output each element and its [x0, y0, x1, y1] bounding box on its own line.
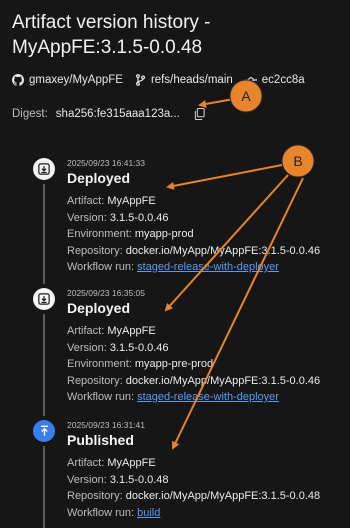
event-title: Deployed: [67, 300, 131, 316]
timeline-line: [43, 178, 45, 528]
repository-value: docker.io/MyApp/MyAppFE:3.1.5-0.0.46: [125, 244, 321, 257]
ref-name: refs/heads/main: [150, 74, 233, 86]
entry-details: Artifact: MyAppFE Version: 3.1.5-0.0.48 …: [67, 455, 320, 521]
callout-a-arrow: [198, 98, 235, 108]
workflow-run-label: Workflow run:: [67, 506, 135, 519]
environment-value: myapp-prod: [134, 228, 194, 240]
deploy-node: [33, 288, 55, 310]
digest-label: Digest:: [12, 108, 48, 120]
environment-value: myapp-pre-prod: [134, 358, 214, 370]
workflow-run-link[interactable]: staged-release-with-deployer: [137, 261, 279, 273]
artifact-value: MyAppFE: [107, 457, 156, 469]
workflow-run-label: Workflow run:: [67, 391, 135, 403]
version-label: Version:: [67, 341, 107, 354]
event-title: Published: [67, 432, 134, 448]
artifact-label: Artifact:: [67, 457, 105, 469]
event-title: Deployed: [67, 170, 131, 186]
publish-node: [33, 420, 55, 442]
repository-value: docker.io/MyApp/MyAppFE:3.1.5-0.0.46: [125, 374, 321, 387]
deploy-node: [33, 158, 55, 180]
artifact-label: Artifact:: [67, 325, 105, 337]
ref-link[interactable]: refs/heads/main: [135, 74, 233, 86]
environment-label: Environment:: [67, 228, 132, 240]
digest-row: Digest: sha256:fe315aaa123a...: [12, 106, 205, 122]
version-label: Version:: [67, 211, 107, 224]
github-icon: [12, 74, 24, 86]
deploy-icon: [38, 293, 50, 305]
digest-value: sha256:fe315aaa123a...: [55, 108, 180, 120]
callout-a-label: A: [241, 88, 251, 104]
repository-label: Repository:: [67, 490, 123, 502]
repository-label: Repository:: [67, 244, 123, 257]
callout-b-badge: [281, 144, 315, 178]
repository-label: Repository:: [67, 374, 123, 387]
commit-link[interactable]: ec2cc8a: [244, 74, 305, 86]
commit-icon: [244, 77, 257, 83]
copy-icon: [194, 108, 205, 120]
entry-details: Artifact: MyAppFE Version: 3.1.5-0.0.46 …: [67, 323, 320, 406]
environment-label: Environment:: [67, 358, 132, 370]
workflow-run-link[interactable]: staged-release-with-deployer: [137, 391, 279, 403]
callout-b-arrow: [166, 164, 283, 190]
version-value: 3.1.5-0.0.48: [109, 473, 169, 486]
version-label: Version:: [67, 473, 107, 486]
timestamp: 2025/09/23 16:41:33: [67, 158, 145, 168]
artifact-label: Artifact:: [67, 195, 105, 207]
callout-b-label: B: [293, 153, 302, 169]
deploy-icon: [38, 163, 50, 175]
publish-icon: [40, 425, 48, 436]
entry-details: Artifact: MyAppFE Version: 3.1.5-0.0.46 …: [67, 193, 320, 276]
artifact-value: MyAppFE: [107, 325, 156, 337]
version-value: 3.1.5-0.0.46: [109, 341, 169, 354]
timestamp: 2025/09/23 16:35:05: [67, 288, 145, 298]
repo-name: gmaxey/MyAppFE: [29, 74, 123, 86]
version-value: 3.1.5-0.0.46: [109, 211, 169, 224]
artifact-value: MyAppFE: [107, 195, 156, 207]
repository-value: docker.io/MyApp/MyAppFE:3.1.5-0.0.48: [125, 490, 321, 502]
workflow-run-link[interactable]: build: [137, 507, 160, 519]
timestamp: 2025/09/23 16:31:41: [67, 420, 145, 430]
workflow-run-label: Workflow run:: [67, 261, 135, 273]
copy-digest-button[interactable]: [194, 108, 205, 120]
branch-icon: [135, 74, 145, 86]
page-title: Artifact version history - MyAppFE:3.1.5…: [12, 12, 211, 58]
repo-link[interactable]: gmaxey/MyAppFE: [12, 74, 123, 86]
artifact-meta: gmaxey/MyAppFE refs/heads/main ec2cc8a: [12, 72, 305, 88]
commit-sha: ec2cc8a: [261, 74, 305, 86]
